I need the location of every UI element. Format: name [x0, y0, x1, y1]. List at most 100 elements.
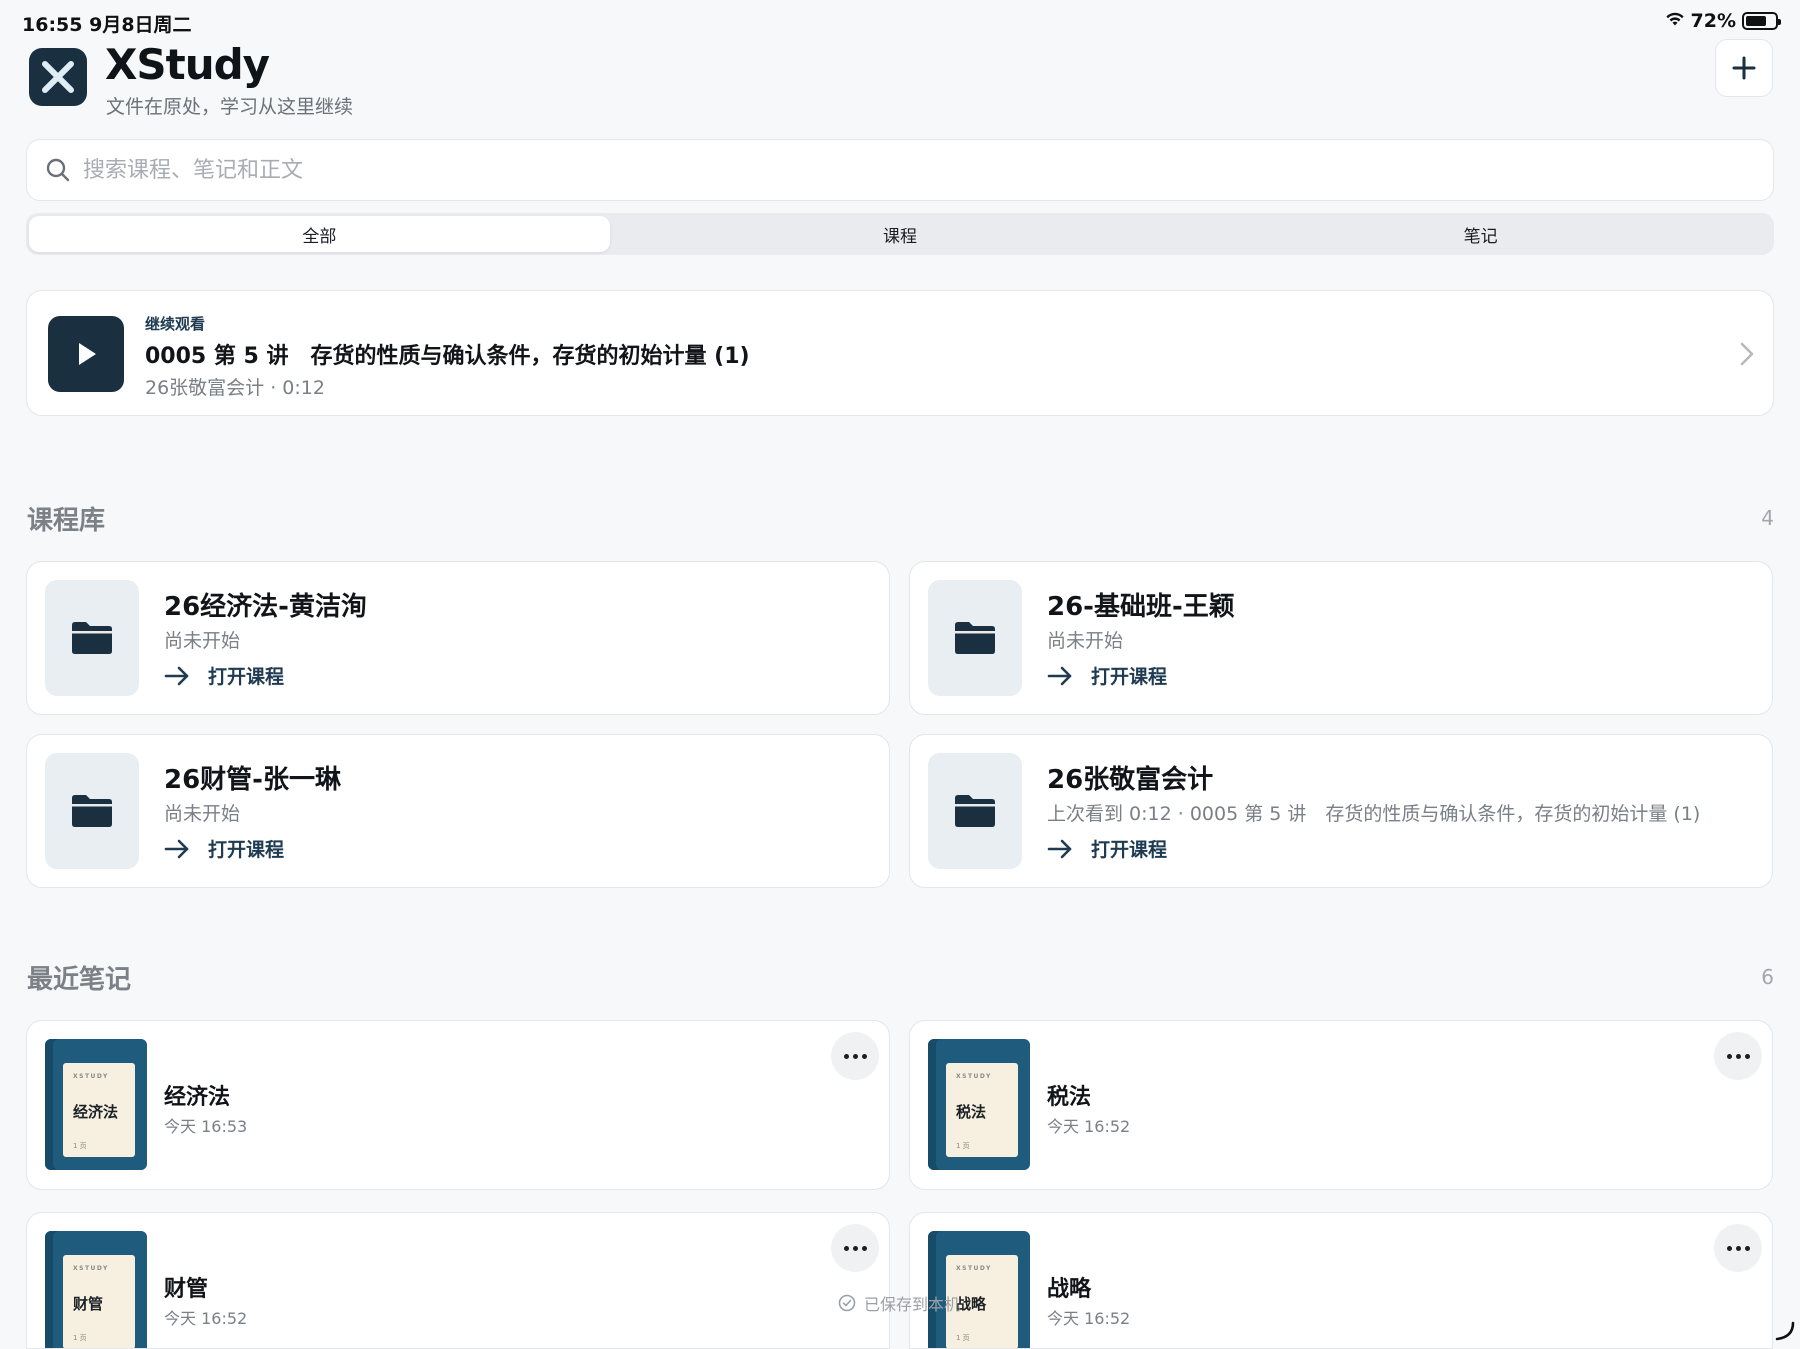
notebook-cover: XSTUDY 经济法 1 页	[45, 1039, 147, 1170]
filter-tabs: 全部 课程 笔记	[26, 213, 1774, 255]
cover-pages: 1 页	[73, 1334, 87, 1342]
continue-meta: 26张敬富会计 · 0:12	[145, 377, 325, 399]
open-course-button[interactable]: 打开课程	[1047, 835, 1167, 862]
battery-level	[1746, 16, 1767, 26]
open-course-label: 打开课程	[208, 666, 285, 688]
cover-title: 战略	[956, 1295, 987, 1313]
app-subtitle: 文件在原处，学习从这里继续	[106, 96, 354, 118]
xstudy-logo-icon	[42, 61, 74, 93]
tab-courses[interactable]: 课程	[610, 216, 1191, 252]
note-title: 经济法	[164, 1085, 231, 1110]
chevron-right-icon	[1740, 342, 1754, 366]
more-icon	[1726, 1245, 1732, 1251]
arrow-right-icon	[164, 839, 189, 858]
battery-icon	[1742, 12, 1781, 30]
app-title: XStudy	[105, 40, 270, 89]
course-status: 上次看到 0:12 · 0005 第 5 讲 存货的性质与确认条件，存货的初始计…	[1047, 803, 1701, 825]
arrow-right-icon	[1047, 666, 1072, 685]
cover-brand: XSTUDY	[73, 1073, 109, 1080]
more-options-button[interactable]	[831, 1224, 879, 1272]
course-card[interactable]: 26经济法-黄洁洵 尚未开始 打开课程	[26, 561, 890, 715]
notebook-cover: XSTUDY 财管 1 页	[45, 1231, 147, 1348]
battery-percent: 72%	[1690, 10, 1736, 32]
cover-pages: 1 页	[956, 1142, 970, 1150]
search-bar[interactable]	[26, 139, 1774, 201]
notebook-cover: XSTUDY 税法 1 页	[928, 1039, 1030, 1170]
status-indicators: 72%	[1665, 10, 1781, 32]
course-status: 尚未开始	[1047, 630, 1124, 652]
arrow-right-icon	[1047, 839, 1072, 858]
cover-title: 税法	[956, 1103, 987, 1121]
library-section-title: 课程库	[27, 506, 106, 536]
saved-toast: 已保存到本机	[838, 1291, 960, 1315]
more-options-button[interactable]	[1714, 1032, 1762, 1080]
cover-pages: 1 页	[73, 1142, 87, 1150]
search-input[interactable]	[83, 157, 1683, 183]
note-time: 今天 16:52	[164, 1309, 248, 1328]
play-tile	[48, 316, 124, 392]
status-bar: 16:55 9月8日周二 72%	[0, 0, 1800, 42]
note-card[interactable]: XSTUDY 经济法 1 页 经济法 今天 16:53	[26, 1020, 890, 1190]
cover-brand: XSTUDY	[73, 1265, 109, 1272]
wifi-icon	[1665, 10, 1685, 32]
open-course-button[interactable]: 打开课程	[1047, 662, 1167, 689]
course-status: 尚未开始	[164, 630, 241, 652]
course-status: 尚未开始	[164, 803, 241, 825]
course-card[interactable]: 26-基础班-王颖 尚未开始 打开课程	[909, 561, 1773, 715]
notes-section-title: 最近笔记	[27, 965, 132, 995]
continue-title: 0005 第 5 讲 存货的性质与确认条件，存货的初始计量 (1)	[145, 344, 750, 369]
note-title: 财管	[164, 1277, 209, 1302]
folder-tile	[928, 753, 1022, 869]
note-time: 今天 16:53	[164, 1117, 248, 1136]
note-title: 税法	[1047, 1085, 1092, 1110]
folder-icon	[955, 622, 995, 654]
open-course-label: 打开课程	[1091, 839, 1168, 861]
course-card[interactable]: 26张敬富会计 上次看到 0:12 · 0005 第 5 讲 存货的性质与确认条…	[909, 734, 1773, 888]
library-count: 4	[1761, 506, 1774, 530]
status-time: 16:55 9月8日周二	[22, 14, 192, 36]
tab-notes[interactable]: 笔记	[1190, 216, 1771, 252]
cover-title: 经济法	[73, 1103, 119, 1121]
note-time: 今天 16:52	[1047, 1309, 1131, 1328]
course-title: 26-基础班-王颖	[1047, 592, 1235, 622]
cover-title: 财管	[73, 1295, 104, 1313]
tab-all[interactable]: 全部	[29, 216, 610, 252]
course-title: 26财管-张一琳	[164, 765, 341, 795]
course-title: 26张敬富会计	[1047, 765, 1214, 795]
open-course-button[interactable]: 打开课程	[164, 835, 284, 862]
more-options-button[interactable]	[1714, 1224, 1762, 1272]
notebook-page: XSTUDY 经济法 1 页	[63, 1063, 135, 1157]
notebook-cover: XSTUDY 战略 1 页	[928, 1231, 1030, 1348]
folder-icon	[72, 795, 112, 827]
open-course-label: 打开课程	[1091, 666, 1168, 688]
cover-brand: XSTUDY	[956, 1265, 992, 1272]
cover-brand: XSTUDY	[956, 1073, 992, 1080]
continue-eyebrow: 继续观看	[145, 315, 206, 333]
toast-text: 已保存到本机	[864, 1295, 961, 1314]
note-card[interactable]: XSTUDY 战略 1 页 战略 今天 16:52	[909, 1212, 1773, 1349]
note-title: 战略	[1047, 1277, 1092, 1302]
app-logo	[29, 48, 87, 106]
open-course-button[interactable]: 打开课程	[164, 662, 284, 689]
notebook-page: XSTUDY 财管 1 页	[63, 1255, 135, 1348]
note-card[interactable]: XSTUDY 税法 1 页 税法 今天 16:52	[909, 1020, 1773, 1190]
folder-tile	[928, 580, 1022, 696]
more-icon	[843, 1245, 849, 1251]
notebook-page: XSTUDY 税法 1 页	[946, 1063, 1018, 1157]
more-options-button[interactable]	[831, 1032, 879, 1080]
plus-icon	[1732, 56, 1756, 80]
more-icon	[1726, 1053, 1732, 1059]
course-title: 26经济法-黄洁洵	[164, 592, 367, 622]
course-card[interactable]: 26财管-张一琳 尚未开始 打开课程	[26, 734, 890, 888]
notes-count: 6	[1761, 965, 1774, 989]
arrow-right-icon	[164, 666, 189, 685]
more-icon	[843, 1053, 849, 1059]
folder-tile	[45, 753, 139, 869]
folder-icon	[72, 622, 112, 654]
note-card[interactable]: XSTUDY 财管 1 页 财管 今天 16:52	[26, 1212, 890, 1349]
check-circle-icon	[838, 1294, 856, 1312]
add-button[interactable]	[1715, 39, 1773, 97]
cover-pages: 1 页	[956, 1334, 970, 1342]
continue-watching-card[interactable]: 继续观看 0005 第 5 讲 存货的性质与确认条件，存货的初始计量 (1) 2…	[26, 290, 1774, 416]
folder-tile	[45, 580, 139, 696]
